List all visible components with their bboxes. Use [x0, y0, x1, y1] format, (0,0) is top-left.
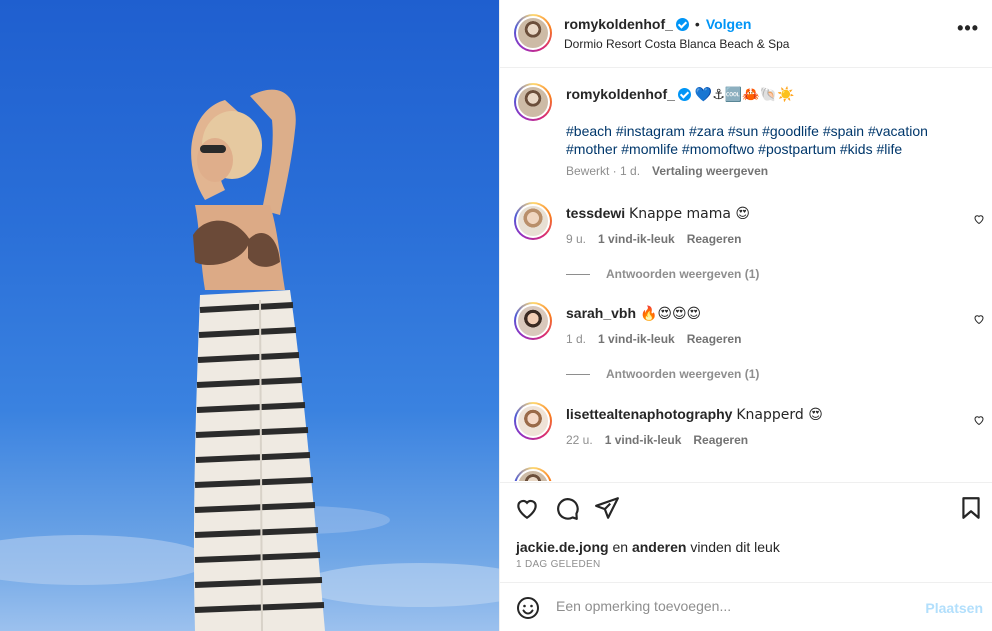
- comment-likes[interactable]: 1 vind-ik-leuk: [598, 232, 675, 246]
- bookmark-icon[interactable]: [958, 495, 984, 521]
- hashtags-line-1[interactable]: #beach #instagram #zara #sun #goodlife #…: [566, 122, 986, 140]
- view-replies-label[interactable]: Antwoorden weergeven (1): [606, 267, 759, 281]
- comment-likes[interactable]: 1 vind-ik-leuk: [605, 433, 682, 447]
- reply-button[interactable]: Reageren: [693, 433, 748, 447]
- view-replies[interactable]: Antwoorden weergeven (1): [566, 267, 992, 281]
- author-line: romykoldenhof_ • Volgen: [564, 16, 751, 32]
- likes-suffix: vinden dit leuk: [690, 539, 780, 555]
- comment-likes[interactable]: 1 vind-ik-leuk: [598, 332, 675, 346]
- translate-link[interactable]: Vertaling weergeven: [652, 164, 768, 178]
- reply-button[interactable]: Reageren: [687, 232, 742, 246]
- post-actions: jackie.de.jong en anderen vinden dit leu…: [500, 482, 992, 582]
- comment-meta: 22 u. 1 vind-ik-leuk Reageren: [566, 433, 992, 447]
- follow-button[interactable]: Volgen: [706, 16, 752, 32]
- comment-meta: 9 u. 1 vind-ik-leuk Reageren: [566, 232, 992, 246]
- likes-others[interactable]: anderen: [632, 539, 686, 555]
- caption-block: romykoldenhof_ 💙⚓🆒🦀🐚☀️: [566, 86, 976, 103]
- post-comment-button[interactable]: Plaatsen: [925, 600, 983, 616]
- post-date: 1 DAG GELEDEN: [516, 559, 601, 570]
- comment-time: 22 u.: [566, 433, 593, 447]
- post-location[interactable]: Dormio Resort Costa Blanca Beach & Spa: [564, 37, 789, 51]
- post-photo[interactable]: [0, 0, 499, 631]
- comment-heart-icon[interactable]: [973, 213, 985, 225]
- post-header: romykoldenhof_ • Volgen Dormio Resort Cost…: [500, 0, 992, 68]
- comment-text: Knappe mama 😍: [629, 206, 750, 222]
- emoji-icon[interactable]: [516, 596, 540, 620]
- caption-edited: Bewerkt · 1 d.: [566, 164, 641, 178]
- comment-text: 🔥😍😍😍: [639, 306, 702, 322]
- comment-row: tessdewi Knappe mama 😍: [566, 205, 946, 222]
- comment-icon[interactable]: [554, 495, 580, 521]
- view-replies[interactable]: Antwoorden weergeven (1): [566, 367, 992, 381]
- comments-area[interactable]: romykoldenhof_ 💙⚓🆒🦀🐚☀️ #beach #instagram…: [500, 69, 992, 481]
- photo-illustration: [0, 89, 499, 631]
- comment-row: lisettealtenaphotography Knapperd 😍: [566, 406, 946, 423]
- likes-summary: jackie.de.jong en anderen vinden dit leu…: [516, 539, 780, 555]
- caption-username[interactable]: romykoldenhof_: [566, 86, 675, 102]
- comment-heart-icon[interactable]: [973, 313, 985, 325]
- likes-connector: en: [612, 539, 629, 555]
- comment-row: sarah_vbh 🔥😍😍😍: [566, 305, 946, 322]
- comment-username[interactable]: sarah_vbh: [566, 305, 636, 321]
- comment-time: 1 d.: [566, 332, 587, 346]
- share-icon[interactable]: [594, 495, 620, 521]
- caption-hashtags: #beach #instagram #zara #sun #goodlife #…: [566, 122, 986, 158]
- comment-avatar[interactable]: [514, 302, 552, 340]
- replies-line: [566, 274, 590, 276]
- replies-line: [566, 374, 590, 376]
- view-replies-label[interactable]: Antwoorden weergeven (1): [606, 367, 759, 381]
- author-username[interactable]: romykoldenhof_: [564, 16, 673, 32]
- caption-avatar[interactable]: [514, 83, 552, 121]
- comment-input[interactable]: [556, 598, 906, 614]
- separator-dot: •: [694, 16, 700, 32]
- verified-icon: [675, 18, 689, 31]
- hashtags-line-2[interactable]: #mother #momlife #momoftwo #postpartum #…: [566, 140, 986, 158]
- verified-icon: [677, 88, 691, 101]
- comment-avatar[interactable]: [514, 202, 552, 240]
- comment-heart-icon[interactable]: [973, 414, 985, 426]
- caption-emojis: 💙⚓🆒🦀🐚☀️: [694, 87, 795, 103]
- more-options-icon[interactable]: •••: [957, 18, 979, 39]
- comment-username[interactable]: tessdewi: [566, 205, 625, 221]
- comment-avatar[interactable]: [514, 467, 552, 481]
- reply-button[interactable]: Reageren: [687, 332, 742, 346]
- comment-meta: 1 d. 1 vind-ik-leuk Reageren: [566, 332, 992, 346]
- comment-avatar[interactable]: [514, 402, 552, 440]
- comment-username[interactable]: lisettealtenaphotography: [566, 406, 732, 422]
- caption-meta: Bewerkt · 1 d. Vertaling weergeven: [566, 164, 992, 178]
- comment-box: Plaatsen: [500, 582, 992, 631]
- author-avatar[interactable]: [514, 14, 552, 52]
- post-panel: romykoldenhof_ • Volgen Dormio Resort Cost…: [499, 0, 992, 631]
- comment-text: Knapperd 😍: [736, 407, 823, 423]
- heart-icon[interactable]: [514, 495, 540, 521]
- likes-user[interactable]: jackie.de.jong: [516, 539, 609, 555]
- comment-time: 9 u.: [566, 232, 587, 246]
